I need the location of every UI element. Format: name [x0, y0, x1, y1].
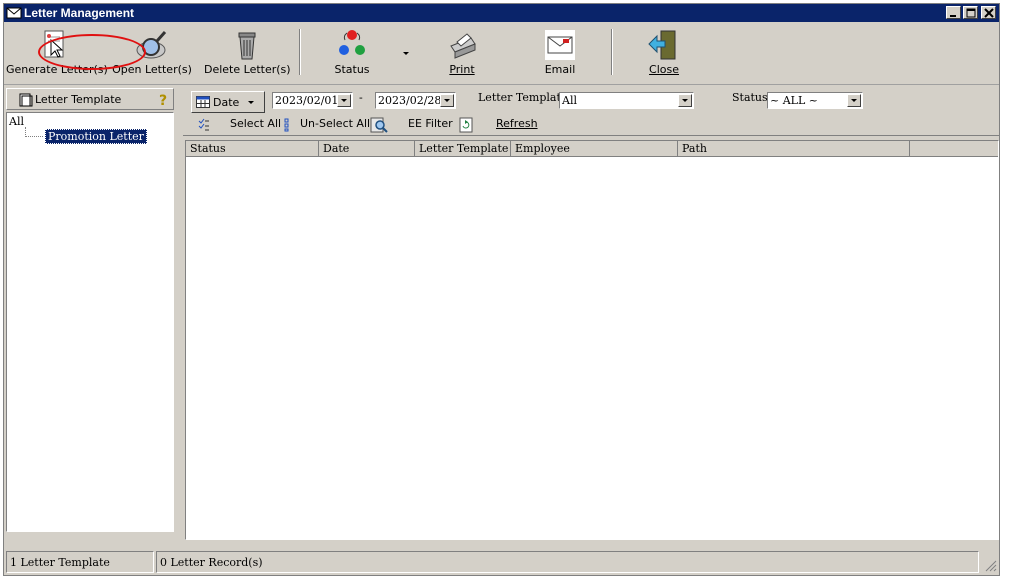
calendar-icon — [196, 96, 210, 108]
close-label: Close — [649, 63, 679, 76]
highlight-annotation — [38, 34, 146, 70]
filter-bar: Date 2023/02/01 - 2023/02/28 Letter Temp… — [183, 88, 999, 113]
status-filter-value: ~ ALL ~ — [770, 94, 818, 107]
template-pane-title: Letter Template — [35, 93, 122, 106]
search-filter-icon[interactable] — [370, 117, 388, 133]
print-label: Print — [449, 63, 475, 76]
date-from-value: 2023/02/01 — [275, 94, 339, 107]
chevron-down-icon[interactable] — [847, 94, 861, 107]
template-filter-value: All — [562, 94, 577, 107]
print-button[interactable]: Print — [436, 25, 488, 81]
date-filter-label: Date — [213, 96, 240, 109]
template-pane-header: Letter Template ? — [6, 88, 174, 110]
date-to-picker[interactable]: 2023/02/28 — [375, 92, 456, 109]
template-count-panel: 1 Letter Template — [6, 551, 154, 573]
delete-letters-label: Delete Letter(s) — [204, 63, 291, 76]
minimize-icon — [950, 15, 956, 17]
select-all-button[interactable]: Select All — [230, 117, 281, 130]
chevron-down-icon[interactable] — [678, 94, 692, 107]
unselect-all-button[interactable]: Un-Select All — [300, 117, 370, 130]
checklist-icon[interactable] — [198, 118, 210, 132]
printer-icon — [450, 33, 476, 59]
tree-connector — [25, 127, 43, 137]
status-button[interactable]: Status — [322, 25, 382, 81]
resize-grip-icon[interactable] — [984, 559, 997, 572]
status-dropdown-arrow[interactable] — [402, 47, 410, 60]
column-header-path[interactable]: Path — [678, 141, 910, 157]
toolbar-separator — [611, 29, 613, 75]
trash-can-icon — [238, 32, 256, 60]
svg-text:?: ? — [159, 93, 167, 108]
grid-header: Status Date Letter Template Employee Pat… — [186, 141, 998, 157]
envelope-icon — [6, 7, 22, 19]
tree-item-all[interactable]: All — [9, 115, 24, 128]
exit-door-icon — [648, 30, 676, 60]
delete-letters-button[interactable]: Delete Letter(s) — [204, 25, 291, 81]
tree-item-promotion-letter[interactable]: Promotion Letter — [45, 129, 147, 144]
status-label: Status — [334, 63, 370, 76]
close-window-button[interactable] — [981, 6, 996, 19]
document-icon — [19, 93, 33, 107]
email-icon — [545, 30, 575, 60]
close-button[interactable]: Close — [638, 25, 690, 81]
column-header-employee[interactable]: Employee — [511, 141, 678, 157]
letter-records-grid[interactable]: Status Date Letter Template Employee Pat… — [185, 140, 999, 540]
template-tree: All Promotion Letter — [6, 112, 174, 532]
record-count-panel: 0 Letter Record(s) — [156, 551, 979, 573]
chevron-down-icon[interactable] — [440, 94, 454, 107]
email-label: Email — [544, 63, 576, 76]
letter-management-window: Letter Management Generate Letter(s) Ope… — [3, 3, 1000, 576]
title-bar: Letter Management — [4, 4, 999, 22]
template-filter-select[interactable]: All — [559, 92, 694, 109]
date-from-picker[interactable]: 2023/02/01 — [272, 92, 353, 109]
maximize-icon — [966, 8, 976, 18]
column-header-filler — [910, 141, 998, 157]
column-header-date[interactable]: Date — [319, 141, 415, 157]
status-bar: 1 Letter Template 0 Letter Record(s) — [4, 549, 999, 575]
template-pane: Letter Template ? All Promotion Letter — [4, 86, 176, 551]
status-filter-select[interactable]: ~ ALL ~ — [767, 92, 863, 109]
toolbar-separator — [299, 29, 301, 75]
help-icon[interactable]: ? — [157, 92, 171, 108]
unselect-list-icon[interactable] — [283, 118, 291, 132]
refresh-button[interactable]: Refresh — [496, 117, 538, 130]
main-toolbar: Generate Letter(s) Open Letter(s) Delete… — [4, 23, 999, 85]
chevron-down-icon — [248, 101, 254, 104]
template-filter-label: Letter Template — [478, 91, 568, 104]
chevron-down-icon[interactable] — [337, 94, 351, 107]
date-to-value: 2023/02/28 — [378, 94, 442, 107]
ee-filter-button[interactable]: EE Filter — [408, 117, 453, 130]
column-header-letter-template[interactable]: Letter Template — [415, 141, 511, 157]
refresh-icon[interactable] — [459, 117, 473, 133]
status-filter-label: Status — [732, 91, 768, 104]
chevron-down-icon — [403, 52, 409, 55]
close-icon — [984, 8, 994, 18]
minimize-button[interactable] — [946, 6, 961, 19]
date-range-separator: - — [359, 91, 363, 104]
maximize-button[interactable] — [963, 6, 978, 19]
date-filter-button[interactable]: Date — [191, 91, 265, 113]
column-header-status[interactable]: Status — [186, 141, 319, 157]
window-title: Letter Management — [24, 6, 135, 20]
action-bar: Select All Un-Select All EE Filter Refre… — [183, 114, 999, 136]
pane-splitter[interactable] — [176, 86, 182, 542]
status-icon — [339, 30, 365, 55]
email-button[interactable]: Email — [534, 25, 586, 81]
